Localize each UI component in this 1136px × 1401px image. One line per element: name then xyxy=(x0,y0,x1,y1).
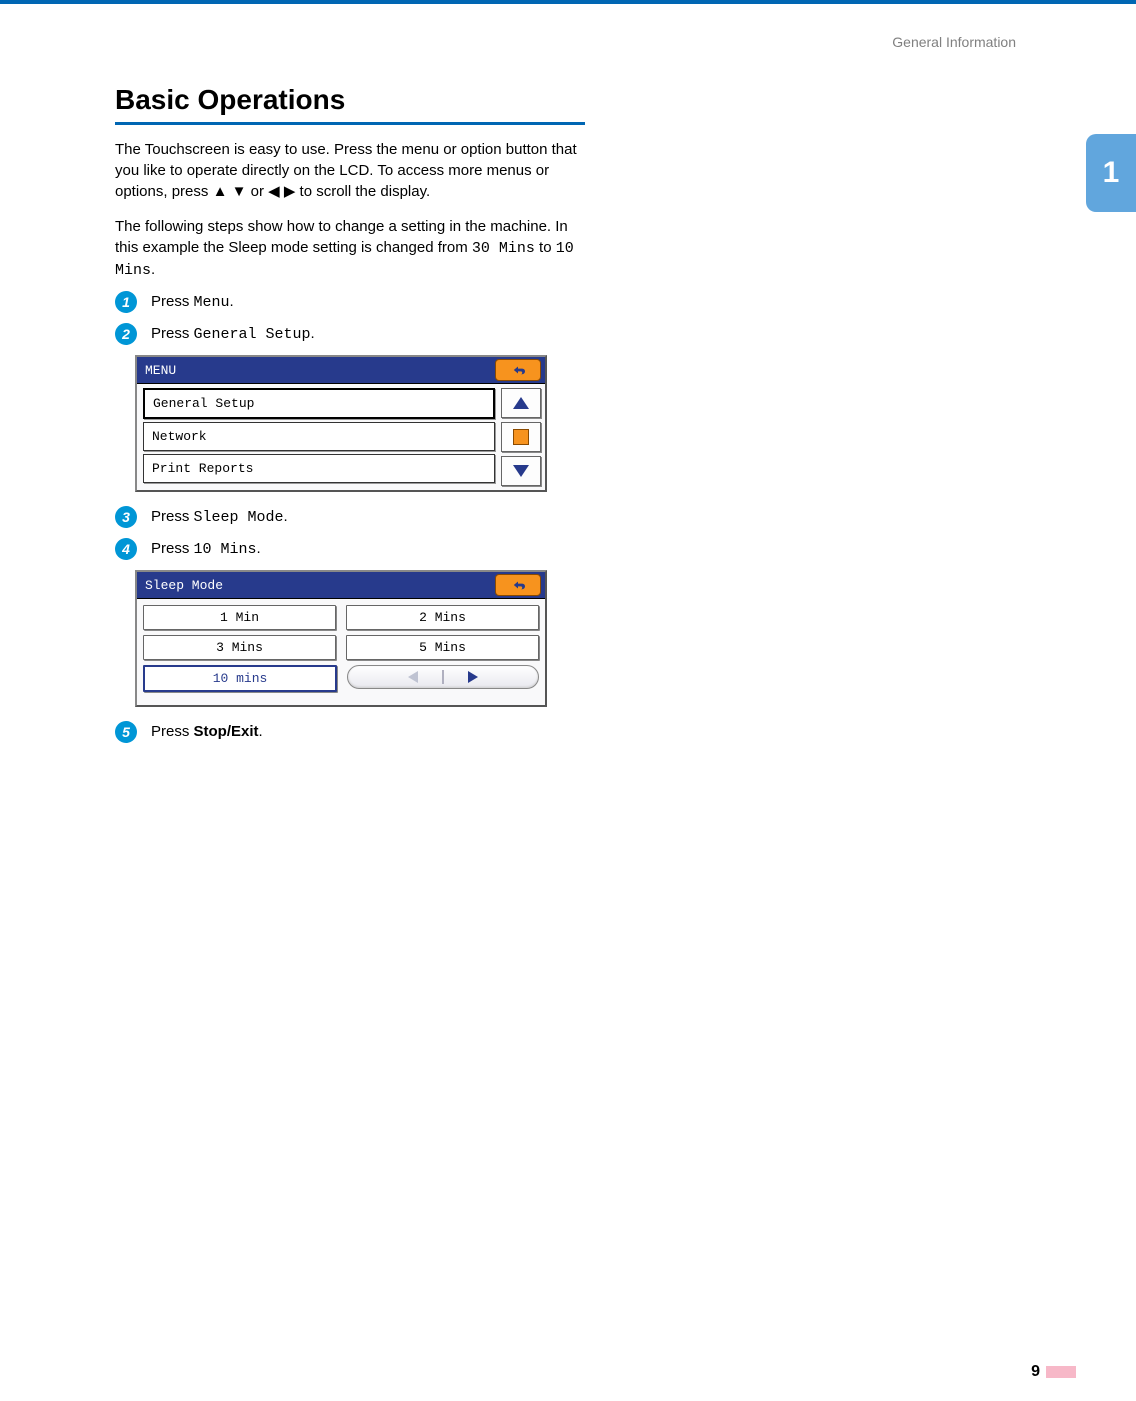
step-cmd: 10 Mins xyxy=(194,541,257,558)
back-button[interactable] xyxy=(495,574,541,596)
step-pre: Press xyxy=(151,325,194,342)
step-bold: Stop/Exit xyxy=(194,723,259,740)
step-number-badge: 3 xyxy=(115,506,137,528)
sleep-row-2: 3 Mins 5 Mins xyxy=(143,635,539,660)
intro2-to-word: to xyxy=(535,239,556,256)
page-footer: 9 xyxy=(1031,1363,1076,1381)
step-post: . xyxy=(311,325,315,342)
up-down-arrows: ▲ ▼ xyxy=(213,183,247,200)
step-post: . xyxy=(230,293,234,310)
lcd-menu-title: MENU xyxy=(145,363,176,378)
page-title: Basic Operations xyxy=(115,84,585,125)
back-arrow-icon xyxy=(511,365,525,375)
menu-item-network[interactable]: Network xyxy=(143,422,495,451)
chapter-tab: 1 xyxy=(1086,134,1136,212)
scroll-column xyxy=(501,384,545,490)
step-cmd: Menu xyxy=(194,294,230,311)
step-1: 1 Press Menu. xyxy=(115,291,585,313)
lcd-menu-body: General Setup Network Print Reports xyxy=(137,384,545,490)
sleep-option-5mins[interactable]: 5 Mins xyxy=(346,635,539,660)
step-4-text: Press 10 Mins. xyxy=(151,538,261,558)
step-number-badge: 4 xyxy=(115,538,137,560)
pager-left-icon xyxy=(408,671,418,683)
content-column: Basic Operations The Touchscreen is easy… xyxy=(115,84,585,753)
page: General Information 1 Basic Operations T… xyxy=(0,4,1136,1401)
step-pre: Press xyxy=(151,293,194,310)
step-2: 2 Press General Setup. xyxy=(115,323,585,345)
lcd-sleep-title: Sleep Mode xyxy=(145,578,223,593)
step-pre: Press xyxy=(151,540,194,557)
step-pre: Press xyxy=(151,723,194,740)
sleep-option-10mins[interactable]: 10 mins xyxy=(143,665,337,692)
intro2-end: . xyxy=(151,261,155,278)
footer-accent-bar xyxy=(1046,1366,1076,1378)
sleep-option-1min[interactable]: 1 Min xyxy=(143,605,336,630)
sleep-option-2mins[interactable]: 2 Mins xyxy=(346,605,539,630)
step-number-badge: 1 xyxy=(115,291,137,313)
scroll-stop-button[interactable] xyxy=(501,422,541,452)
menu-item-print-reports[interactable]: Print Reports xyxy=(143,454,495,483)
lcd-menu-screen: MENU General Setup Network Print Reports xyxy=(135,355,547,492)
intro-paragraph-1: The Touchscreen is easy to use. Press th… xyxy=(115,139,585,202)
page-number: 9 xyxy=(1031,1363,1040,1381)
step-cmd: General Setup xyxy=(194,326,311,343)
step-post: . xyxy=(257,540,261,557)
step-5-text: Press Stop/Exit. xyxy=(151,721,263,740)
back-button[interactable] xyxy=(495,359,541,381)
step-cmd: Sleep Mode xyxy=(194,509,284,526)
menu-items-list: General Setup Network Print Reports xyxy=(137,384,501,490)
step-number-badge: 5 xyxy=(115,721,137,743)
step-5: 5 Press Stop/Exit. xyxy=(115,721,585,743)
menu-item-general-setup[interactable]: General Setup xyxy=(143,388,495,419)
lcd-sleep-body: 1 Min 2 Mins 3 Mins 5 Mins 10 mins xyxy=(137,599,545,705)
lcd-sleep-screen: Sleep Mode 1 Min 2 Mins 3 Mins 5 Mins xyxy=(135,570,547,707)
scroll-up-button[interactable] xyxy=(501,388,541,418)
chevron-down-icon xyxy=(513,465,529,477)
header-section-label: General Information xyxy=(892,34,1016,50)
chevron-up-icon xyxy=(513,397,529,409)
intro-text-end: to scroll the display. xyxy=(295,183,430,200)
lcd-sleep-header: Sleep Mode xyxy=(137,572,545,599)
step-3-text: Press Sleep Mode. xyxy=(151,506,288,526)
step-post: . xyxy=(284,508,288,525)
step-3: 3 Press Sleep Mode. xyxy=(115,506,585,528)
step-number-badge: 2 xyxy=(115,323,137,345)
step-pre: Press xyxy=(151,508,194,525)
sleep-row-3: 10 mins xyxy=(143,665,539,692)
step-4: 4 Press 10 Mins. xyxy=(115,538,585,560)
step-post: . xyxy=(259,723,263,740)
sleep-row-1: 1 Min 2 Mins xyxy=(143,605,539,630)
left-right-arrows: ◀ ▶ xyxy=(268,183,295,200)
pager-right-icon xyxy=(468,671,478,683)
pager-separator xyxy=(442,670,444,684)
intro2-from: 30 Mins xyxy=(472,240,535,257)
scroll-down-button[interactable] xyxy=(501,456,541,486)
pager-control[interactable] xyxy=(347,665,539,689)
sleep-option-3mins[interactable]: 3 Mins xyxy=(143,635,336,660)
step-1-text: Press Menu. xyxy=(151,291,234,311)
lcd-menu-header: MENU xyxy=(137,357,545,384)
step-2-text: Press General Setup. xyxy=(151,323,315,343)
intro-paragraph-2: The following steps show how to change a… xyxy=(115,216,585,281)
intro-or: or xyxy=(246,183,268,200)
stop-icon xyxy=(513,429,529,445)
back-arrow-icon xyxy=(511,580,525,590)
